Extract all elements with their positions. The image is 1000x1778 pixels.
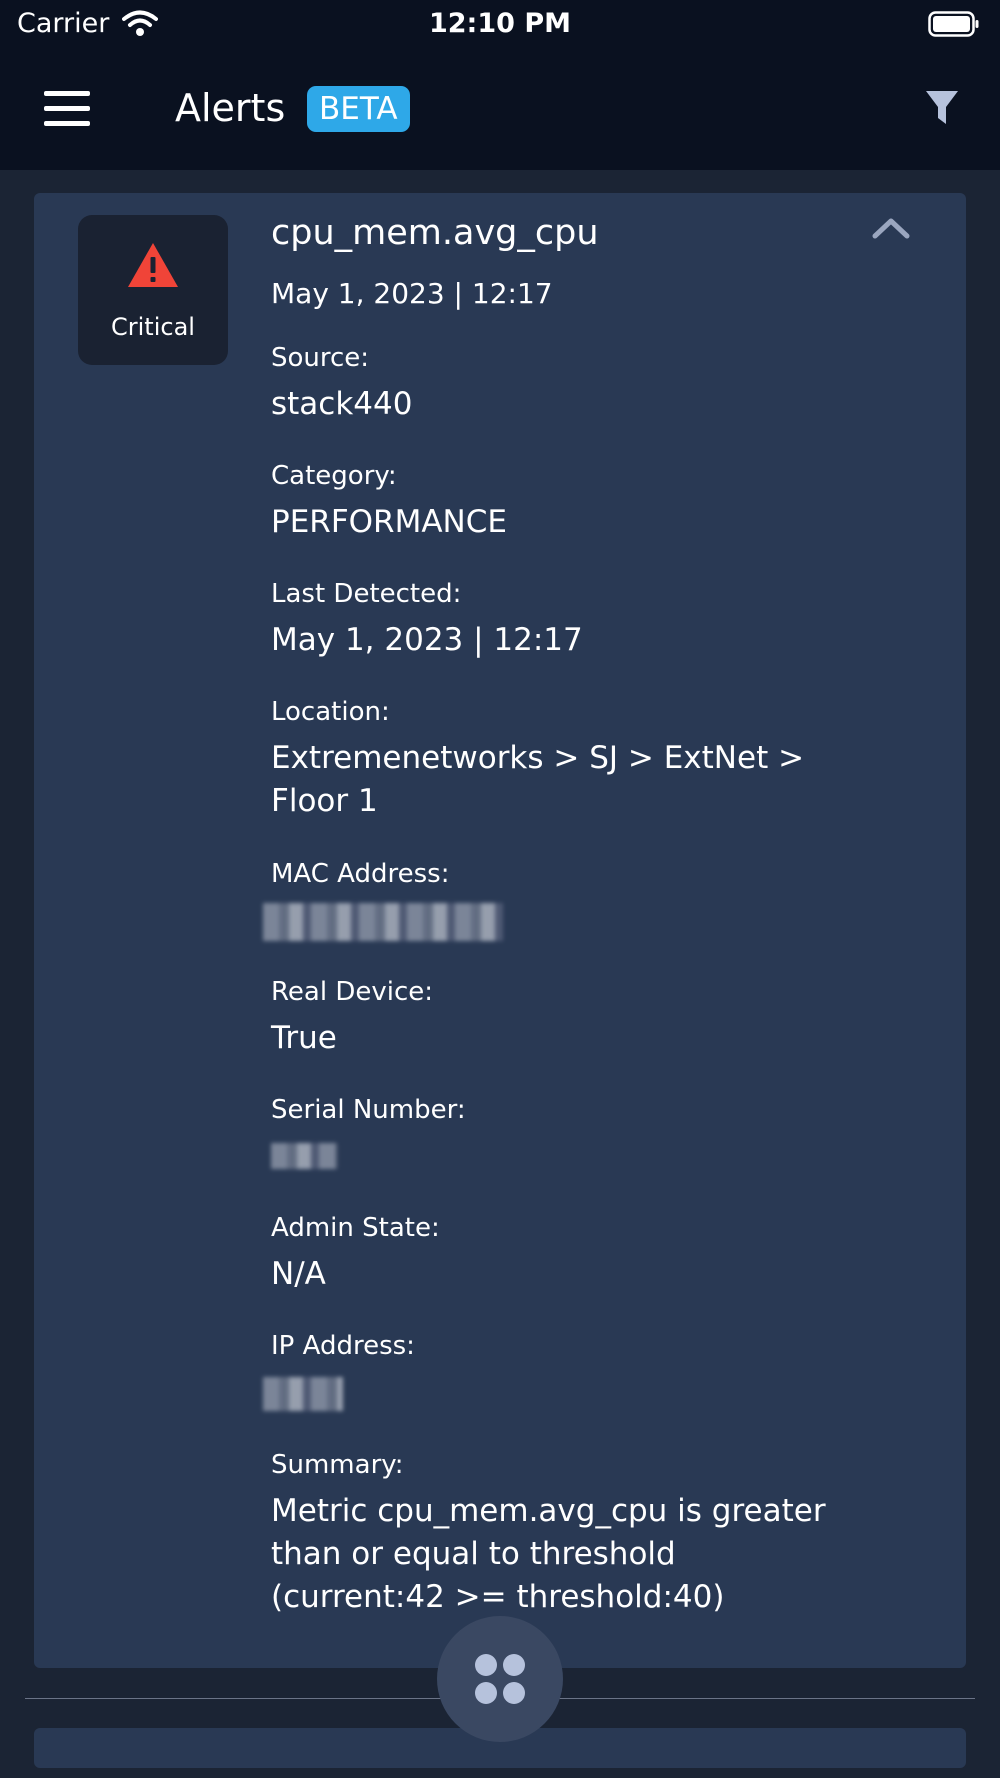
admin-state-value: N/A (271, 1256, 326, 1292)
apps-grid-icon[interactable] (437, 1616, 563, 1742)
last-detected-value: May 1, 2023 | 12:17 (271, 622, 583, 658)
battery-icon (928, 11, 980, 37)
source-label: Source: (271, 343, 370, 373)
real-device-label: Real Device: (271, 977, 433, 1007)
source-value: stack440 (271, 386, 413, 422)
mac-address-redacted (263, 903, 503, 941)
location-value: Extremenetworks > SJ > ExtNet > Floor 1 (271, 740, 805, 819)
status-time: 12:10 PM (428, 8, 571, 39)
page-title: Alerts (175, 86, 286, 130)
category-label: Category: (271, 461, 397, 491)
severity-tile: Critical (78, 215, 228, 365)
ip-address-label: IP Address: (271, 1331, 415, 1361)
last-detected-label: Last Detected: (271, 579, 462, 609)
alert-date: May 1, 2023 | 12:17 (271, 277, 553, 310)
alert-title: cpu_mem.avg_cpu (271, 213, 599, 253)
real-device-value: True (271, 1020, 337, 1056)
alert-card[interactable]: Critical cpu_mem.avg_cpu May 1, 2023 | 1… (34, 193, 966, 1668)
mac-address-label: MAC Address: (271, 859, 450, 889)
location-label: Location: (271, 697, 390, 727)
beta-badge: BETA (307, 86, 410, 132)
ip-address-redacted (263, 1377, 343, 1411)
hamburger-menu-icon[interactable] (44, 91, 90, 127)
category-value: PERFORMANCE (271, 504, 507, 540)
warning-icon (126, 241, 180, 293)
summary-label: Summary: (271, 1450, 404, 1480)
serial-number-label: Serial Number: (271, 1095, 466, 1125)
chevron-up-icon[interactable] (872, 217, 910, 243)
status-bar: Carrier 12:10 PM (0, 0, 1000, 50)
severity-label: Critical (111, 313, 195, 341)
admin-state-label: Admin State: (271, 1213, 440, 1243)
nav-bar: Alerts BETA (0, 50, 1000, 170)
summary-value: Metric cpu_mem.avg_cpu is greater than o… (271, 1493, 826, 1615)
filter-icon[interactable] (925, 90, 959, 130)
serial-number-redacted (271, 1143, 337, 1169)
